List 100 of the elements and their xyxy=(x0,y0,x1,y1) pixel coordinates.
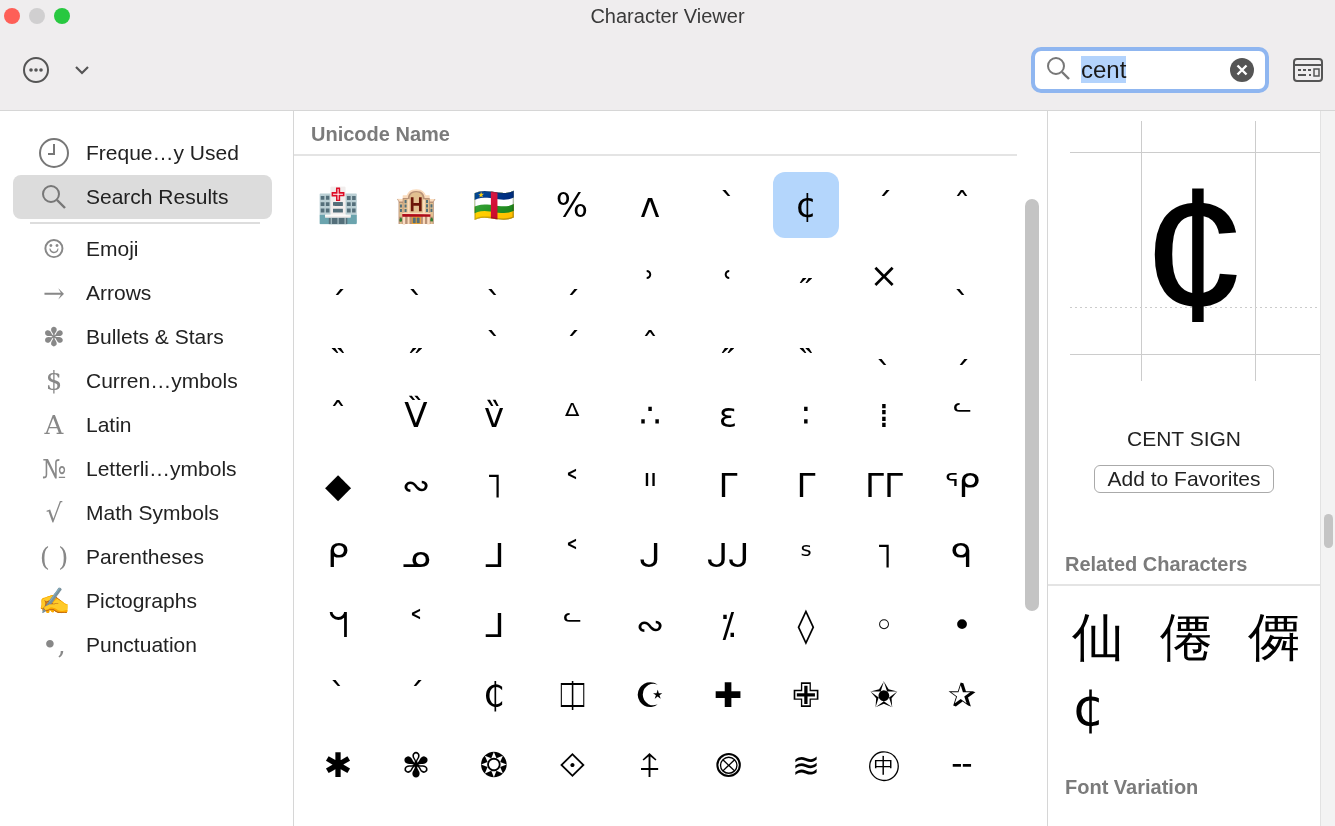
scrollbar-thumb[interactable] xyxy=(1324,514,1333,548)
character-cell[interactable]: ✰ xyxy=(929,662,995,728)
character-cell[interactable]: ˎ xyxy=(383,242,449,308)
sidebar-item[interactable]: ( ) Parentheses xyxy=(13,535,272,579)
character-cell[interactable]: ʌ xyxy=(617,172,683,238)
add-to-favorites-button[interactable]: Add to Favorites xyxy=(1093,465,1275,493)
character-cell[interactable]: ☪ xyxy=(617,662,683,728)
character-cell[interactable]: ᒥᒥ xyxy=(851,452,917,518)
character-cell[interactable]: ㊥ xyxy=(851,732,917,798)
character-cell[interactable]: ¢ xyxy=(773,172,839,238)
character-cell[interactable]: ✬ xyxy=(851,662,917,728)
search-field[interactable]: cent xyxy=(1031,47,1269,93)
character-cell[interactable]: ᑭ xyxy=(305,522,371,588)
character-cell[interactable]: ˶ xyxy=(695,312,761,378)
related-character[interactable]: 仙 xyxy=(1072,602,1160,672)
character-cell[interactable]: ˵ xyxy=(773,312,839,378)
character-cell[interactable]: ∾ xyxy=(617,592,683,658)
character-cell[interactable]: ✱ xyxy=(305,732,371,798)
character-cell[interactable]: ˋ xyxy=(461,312,527,378)
character-cell[interactable]: % xyxy=(539,172,605,238)
character-cell[interactable]: ⁒ xyxy=(695,592,761,658)
character-cell[interactable]: ◦ xyxy=(851,592,917,658)
sidebar-item[interactable]: ✽ Bullets & Stars xyxy=(13,315,272,359)
character-cell[interactable]: 🏥 xyxy=(305,172,371,238)
minimize-button[interactable] xyxy=(29,8,45,24)
sidebar-item[interactable]: A Latin xyxy=(13,403,272,447)
character-cell[interactable]: ˵ xyxy=(305,312,371,378)
clear-icon[interactable] xyxy=(1229,57,1255,83)
related-character[interactable]: ¢ xyxy=(1072,672,1160,742)
sidebar-item[interactable]: Search Results xyxy=(13,175,272,219)
keyboard-viewer-icon[interactable] xyxy=(1293,58,1323,82)
character-cell[interactable]: ∾ xyxy=(383,452,449,518)
character-cell[interactable]: ᒥ xyxy=(695,452,761,518)
character-cell[interactable]: ˏ xyxy=(305,242,371,308)
character-cell[interactable]: ᒍ xyxy=(617,522,683,588)
character-cell[interactable]: ╌ xyxy=(929,732,995,798)
character-cell[interactable]: ᕿ xyxy=(929,452,995,518)
character-cell[interactable]: ≋ xyxy=(773,732,839,798)
character-cell[interactable]: • xyxy=(929,592,995,658)
character-cell[interactable]: ✾ xyxy=(383,732,449,798)
sidebar-item[interactable]: $ Curren…ymbols xyxy=(13,359,272,403)
character-cell[interactable]: ∶ xyxy=(773,382,839,448)
character-cell[interactable]: ⟐ xyxy=(539,732,605,798)
character-cell[interactable]: ˊ xyxy=(539,312,605,378)
character-cell[interactable]: ˆ xyxy=(929,172,995,238)
character-cell[interactable]: ˥ xyxy=(461,452,527,518)
character-cell[interactable]: 🏨 xyxy=(383,172,449,238)
related-character[interactable]: 僲 xyxy=(1248,602,1335,672)
character-cell[interactable]: ✚ xyxy=(695,662,761,728)
character-cell[interactable]: ᓪ xyxy=(539,592,605,658)
character-cell[interactable]: ✙ xyxy=(773,662,839,728)
more-options-icon[interactable] xyxy=(22,56,50,84)
character-cell[interactable]: ᐞ xyxy=(539,382,605,448)
character-cell[interactable]: ˊ xyxy=(383,662,449,728)
character-cell[interactable]: ˋ xyxy=(305,662,371,728)
character-cell[interactable]: ˋ xyxy=(695,172,761,238)
character-cell[interactable]: ᒧ xyxy=(461,592,527,658)
character-cell[interactable]: ᒧ xyxy=(461,522,527,588)
character-cell[interactable]: ˎ xyxy=(929,242,995,308)
character-cell[interactable]: ◆ xyxy=(305,452,371,518)
character-cell[interactable]: ᖻ xyxy=(305,592,371,658)
character-cell[interactable]: ᓪ xyxy=(929,382,995,448)
character-cell[interactable]: ˎ xyxy=(461,242,527,308)
sidebar-item[interactable]: ✍ Pictographs xyxy=(13,579,272,623)
character-cell[interactable]: ᑫ xyxy=(929,522,995,588)
sidebar-item[interactable]: № Letterli…ymbols xyxy=(13,447,272,491)
character-cell[interactable]: ˆ xyxy=(305,382,371,448)
character-cell[interactable]: 🇨🇫 xyxy=(461,172,527,238)
sidebar-item[interactable]: √ Math Symbols xyxy=(13,491,272,535)
character-cell[interactable]: ᒍᒍ xyxy=(695,522,761,588)
character-cell[interactable]: V̏ xyxy=(383,382,449,448)
character-cell[interactable]: ˂ xyxy=(383,592,449,658)
character-cell[interactable]: ˏ xyxy=(929,312,995,378)
character-cell[interactable]: ᓄ xyxy=(383,522,449,588)
character-cell[interactable]: ˆ xyxy=(617,312,683,378)
sidebar-item[interactable]: ☺ Emoji xyxy=(13,227,272,271)
scrollbar-thumb[interactable] xyxy=(1025,199,1039,611)
character-cell[interactable]: ⎅ xyxy=(539,662,605,728)
character-cell[interactable]: ˎ xyxy=(851,312,917,378)
character-cell[interactable]: ˂ xyxy=(539,452,605,518)
character-cell[interactable]: ˏ xyxy=(539,242,605,308)
character-cell[interactable]: ˂ xyxy=(539,522,605,588)
character-cell[interactable]: ⨷ xyxy=(695,732,761,798)
character-cell[interactable]: ˊ xyxy=(851,172,917,238)
character-cell[interactable]: ˶ xyxy=(773,242,839,308)
character-cell[interactable]: ᒥ xyxy=(773,452,839,518)
character-cell[interactable]: ε xyxy=(695,382,761,448)
sidebar-item[interactable]: •, Punctuation xyxy=(13,623,272,667)
zoom-button[interactable] xyxy=(54,8,70,24)
character-cell[interactable]: × xyxy=(851,242,917,308)
character-cell[interactable]: v̏ xyxy=(461,382,527,448)
character-cell[interactable]: ❂ xyxy=(461,732,527,798)
character-cell[interactable]: ⁞ xyxy=(851,382,917,448)
character-cell[interactable]: ˒ xyxy=(617,242,683,308)
sidebar-item[interactable]: Freque…y Used xyxy=(13,131,272,175)
character-cell[interactable]: ⍏ xyxy=(617,732,683,798)
character-cell[interactable]: ˶ xyxy=(383,312,449,378)
character-cell[interactable]: ₵ xyxy=(461,662,527,728)
sidebar-item[interactable]: → Arrows xyxy=(13,271,272,315)
close-button[interactable] xyxy=(4,8,20,24)
